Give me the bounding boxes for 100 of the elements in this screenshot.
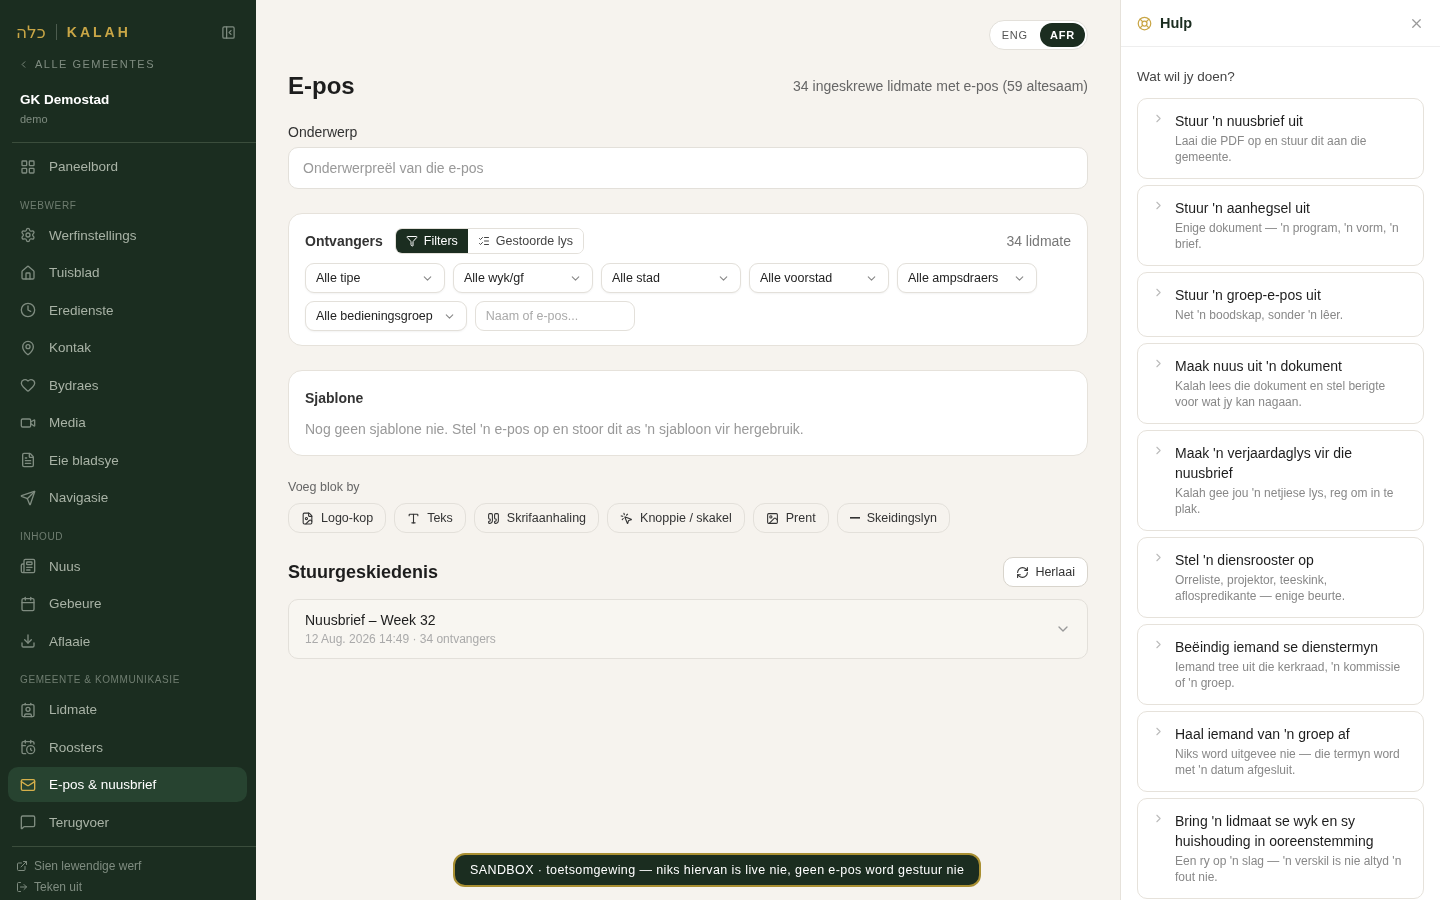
nav-item[interactable]: Navigasie (8, 480, 247, 515)
lifebuoy-icon (1137, 15, 1152, 31)
calendar-icon (20, 595, 36, 612)
newspaper-icon (20, 558, 36, 574)
congregation-slug: demo (20, 113, 49, 125)
help-item-title: Stuur 'n nuusbrief uit (1175, 112, 1304, 131)
help-item[interactable]: Maak nuus uit 'n dokument Kalah lees die dokument en stel berigte voor wat jy kan nagaan. (1137, 343, 1424, 424)
member-count: 34 lidmate (1006, 233, 1071, 249)
help-item-description: Iemand tree uit die kerkraad, 'n kommissie of 'n groep. (1175, 659, 1402, 691)
nav-item[interactable]: Nuus (8, 548, 247, 584)
help-item[interactable]: Maak 'n verjaardaglys vir die nuusbrief Kalah gee jou 'n netjiese lys, reg om in te plak. (1137, 430, 1424, 531)
nav-item[interactable]: Bydraes (8, 367, 247, 403)
help-item[interactable]: Stuur 'n aanhegsel uit Enige dokument — 'n program, 'n vorm, 'n brief. (1137, 185, 1424, 266)
add-block-button[interactable]: Skrifaanhaling (473, 503, 600, 533)
collapse-sidebar-icon[interactable] (221, 24, 236, 40)
language-option[interactable]: ENG (991, 23, 1038, 47)
message-icon (20, 814, 36, 830)
add-block-button[interactable]: Logo-kop (288, 503, 387, 533)
document-icon (20, 452, 36, 468)
nav-item[interactable]: Terugvoer (8, 804, 247, 840)
mail-icon (20, 776, 36, 793)
add-block-button[interactable]: Prent (752, 503, 829, 533)
nav-heading: GEMEENTE & KOMMUNIKASIE (19, 673, 181, 687)
help-item-title: Stel 'n diensrooster op (1175, 551, 1315, 570)
history-entry[interactable]: Nuusbrief – Week 32 12 Aug. 2026 14:49 · 34 ontvangers (288, 599, 1088, 659)
help-item[interactable]: Bring 'n lidmaat se wyk en sy huishouding in ooreenstemming Een ry op 'n slag — 'n verskil is nie altyd 'n fout nie. (1137, 798, 1424, 899)
download-icon (20, 633, 36, 649)
help-item[interactable]: Stuur 'n nuusbrief uit Laai die PDF op en stuur dit aan die gemeente. (1137, 98, 1424, 179)
logo-text: KALAH (66, 24, 132, 40)
paper-plane-icon (20, 489, 36, 506)
help-item-description: Net 'n boodskap, sonder 'n lêer. (1175, 307, 1344, 323)
nav-heading: INHOUD (19, 529, 65, 544)
subject-label: Onderwerp (288, 124, 359, 140)
logout-icon (16, 881, 28, 893)
help-item-description: Laai die PDF op en stuur dit aan die gemeente. (1175, 133, 1368, 165)
help-item[interactable]: Stel 'n diensrooster op Orreliste, projektor, teeskink, aflospredikante — enige beurte. (1137, 537, 1424, 618)
help-item[interactable]: Haal iemand van 'n groep af Niks word uitgevee nie — die termyn word met 'n datum afgesluit. (1137, 711, 1424, 792)
checklist-icon (477, 235, 490, 247)
footer-link[interactable]: Teken uit (16, 880, 256, 894)
empty-message: Nog geen sjablone nie. Stel 'n e-pos op en stoor dit as 'n sjabloon vir hergebruik. (305, 421, 805, 437)
filter-dropdown[interactable]: Alle stad (601, 263, 741, 293)
contact-card-icon (20, 701, 36, 718)
nav-item[interactable]: Roosters (8, 729, 247, 765)
minus-icon (849, 517, 860, 519)
add-block-button[interactable]: Knoppie / skakel (607, 503, 745, 533)
filter-dropdown[interactable]: Alle wyk/gf (453, 263, 593, 293)
help-item-title: Maak nuus uit 'n dokument (1175, 357, 1343, 376)
nav-heading: WEBWERF (19, 198, 78, 213)
nav-item[interactable]: Media (8, 405, 247, 440)
help-item[interactable]: Beëindig iemand se dienstermyn Iemand tree uit die kerkraad, 'n kommissie of 'n groep. (1137, 624, 1424, 705)
filter-dropdown[interactable]: Alle tipe (305, 263, 445, 293)
filter-dropdown[interactable]: Alle ampsdraers (897, 263, 1037, 293)
grid-icon (20, 158, 36, 175)
mode-tab[interactable]: Filters (395, 229, 468, 253)
help-item-description: Kalah gee jou 'n netjiese lys, reg om in te plak. (1175, 485, 1395, 517)
add-block-button[interactable]: Skeidingslyn (836, 503, 950, 533)
reload-button[interactable]: Herlaai (1003, 557, 1088, 587)
add-block-button[interactable]: Teks (394, 503, 466, 533)
nav-item[interactable]: Gebeure (8, 586, 247, 621)
filter-dropdown[interactable]: Alle bedieningsgroep (305, 301, 467, 331)
refresh-icon (1016, 565, 1030, 579)
map-pin-icon (20, 339, 36, 356)
help-item-title: Bring 'n lidmaat se wyk en sy huishouding in ooreenstemming (1175, 812, 1375, 851)
nav-item[interactable]: Tuisblad (8, 255, 247, 290)
nav-item[interactable]: Kontak (8, 330, 247, 365)
quote-icon (486, 511, 500, 525)
home-icon (20, 264, 36, 281)
filter-icon (405, 235, 418, 247)
nav-item[interactable]: Aflaaie (8, 623, 247, 659)
footer-link[interactable]: Sien lewendige werf (16, 859, 256, 873)
help-item-title: Haal iemand van 'n groep af (1175, 725, 1351, 744)
nav-item[interactable]: Werfinstellings (8, 217, 247, 253)
entry-meta: 12 Aug. 2026 14:49 · 34 ontvangers (305, 632, 496, 646)
calendar-clock-icon (20, 739, 36, 755)
page-title: E-pos (288, 72, 355, 100)
congregation-name: GK Demostad (20, 92, 111, 107)
heart-icon (20, 377, 36, 393)
help-prompt: Wat wil jy doen? (1137, 69, 1236, 84)
help-item-description: Enige dokument — 'n program, 'n vorm, 'n brief. (1175, 220, 1400, 252)
card-title: Ontvangers (305, 233, 383, 249)
help-item-title: Stuur 'n groep-e-pos uit (1175, 286, 1322, 305)
back-link[interactable]: ALLE GEMEENTES (18, 58, 236, 70)
help-item-description: Een ry op 'n slag — 'n verskil is nie altyd 'n fout nie. (1175, 853, 1403, 885)
pointer-click-icon (620, 511, 634, 525)
help-title: Hulp (1160, 15, 1194, 31)
name-search-field[interactable]: Naam of e-pos... (474, 301, 635, 331)
card-title: Sjablone (305, 390, 364, 406)
nav-item[interactable]: E-pos & nuusbrief (8, 767, 247, 802)
nav-item[interactable]: Lidmate (8, 692, 247, 727)
sandbox-banner: SANDBOX · toetsomgewing — niks hiervan is live nie, geen e-pos word gestuur nie (453, 853, 982, 887)
help-item[interactable]: Stuur 'n groep-e-pos uit Net 'n boodskap, sonder 'n lêer. (1137, 272, 1424, 337)
nav-item[interactable]: Eredienste (8, 292, 247, 328)
nav-item[interactable]: Paneelbord (8, 149, 247, 184)
language-option[interactable]: AFR (1040, 23, 1085, 47)
filter-dropdown[interactable]: Alle voorstad (749, 263, 889, 293)
entry-title: Nuusbrief – Week 32 (305, 612, 437, 628)
subject-field[interactable]: Onderwerpreël van die e-pos (288, 147, 1088, 189)
nav-item[interactable]: Eie bladsye (8, 442, 247, 478)
help-item-description: Orreliste, projektor, teeskink, aflospredikante — enige beurte. (1175, 572, 1347, 604)
section-title: Stuurgeskiedenis (288, 561, 439, 583)
